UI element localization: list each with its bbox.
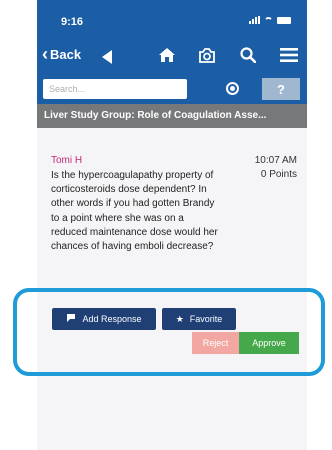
search-input[interactable]	[43, 79, 187, 99]
battery-icon	[277, 16, 291, 24]
back-chevron-icon: ‹	[42, 44, 48, 64]
signal-icon	[249, 16, 260, 24]
status-time: 9:16	[61, 16, 84, 28]
wifi-icon	[264, 16, 273, 24]
phone-screen: 9:16 ‹ Back ? Liver Study Group: Role of	[37, 0, 307, 450]
home-icon[interactable]	[157, 45, 177, 65]
back-label: Back	[50, 46, 82, 62]
help-button[interactable]: ?	[262, 78, 300, 100]
highlight-annotation	[13, 288, 325, 376]
search-icon[interactable]	[238, 45, 258, 65]
status-icons	[249, 16, 291, 24]
status-bar: 9:16	[37, 0, 307, 36]
location-target-icon[interactable]	[226, 82, 239, 95]
previous-arrow-icon[interactable]	[102, 50, 112, 64]
page-title: Liver Study Group: Role of Coagulation A…	[37, 104, 307, 128]
nav-bar: ‹ Back	[37, 36, 307, 74]
back-button[interactable]: ‹ Back	[42, 44, 82, 64]
post-author[interactable]: Tomi H	[51, 155, 82, 166]
post-time: 10:07 AM	[254, 155, 297, 166]
camera-icon[interactable]	[197, 45, 217, 65]
menu-icon[interactable]	[279, 45, 299, 65]
post-points: 0 Points	[260, 169, 297, 180]
search-bar: ?	[37, 74, 307, 104]
post-body: Is the hypercoagulapathy property of cor…	[51, 170, 218, 253]
